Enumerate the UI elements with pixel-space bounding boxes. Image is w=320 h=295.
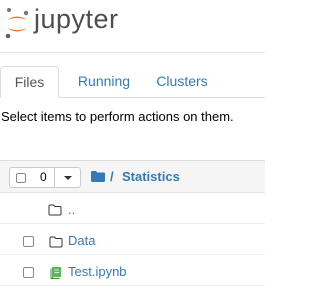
- selected-count: 0: [40, 170, 47, 184]
- list-item[interactable]: Test.ipynb: [0, 256, 265, 286]
- folder-link-data[interactable]: Data: [68, 233, 95, 248]
- notebook-link-test[interactable]: Test.ipynb: [68, 264, 127, 279]
- header: jupyter: [0, 0, 265, 52]
- notebook-icon: [50, 267, 61, 279]
- caret-down-icon: [64, 176, 72, 180]
- logo-text[interactable]: jupyter: [34, 4, 119, 35]
- folder-outline-icon: [49, 236, 63, 248]
- folder-icon[interactable]: [91, 171, 105, 182]
- list-item[interactable]: Data: [0, 225, 265, 255]
- list-item[interactable]: ..: [0, 194, 265, 224]
- tab-clusters[interactable]: Clusters: [150, 66, 214, 97]
- jupyter-logo-icon[interactable]: [4, 6, 30, 40]
- select-all-button[interactable]: 0: [9, 167, 55, 188]
- tab-running[interactable]: Running: [72, 66, 136, 97]
- selection-hint: Select items to perform actions on them.: [1, 109, 234, 124]
- tab-files[interactable]: Files: [0, 66, 59, 98]
- header-divider: [0, 52, 265, 53]
- breadcrumb-separator: /: [110, 169, 114, 184]
- row-checkbox[interactable]: [23, 267, 34, 278]
- parent-directory-link[interactable]: ..: [68, 202, 75, 217]
- selection-dropdown-button[interactable]: [54, 167, 81, 188]
- select-all-checkbox[interactable]: [16, 173, 26, 183]
- row-checkbox[interactable]: [23, 236, 34, 247]
- folder-outline-icon: [48, 204, 62, 216]
- breadcrumb-current-folder[interactable]: Statistics: [122, 169, 180, 184]
